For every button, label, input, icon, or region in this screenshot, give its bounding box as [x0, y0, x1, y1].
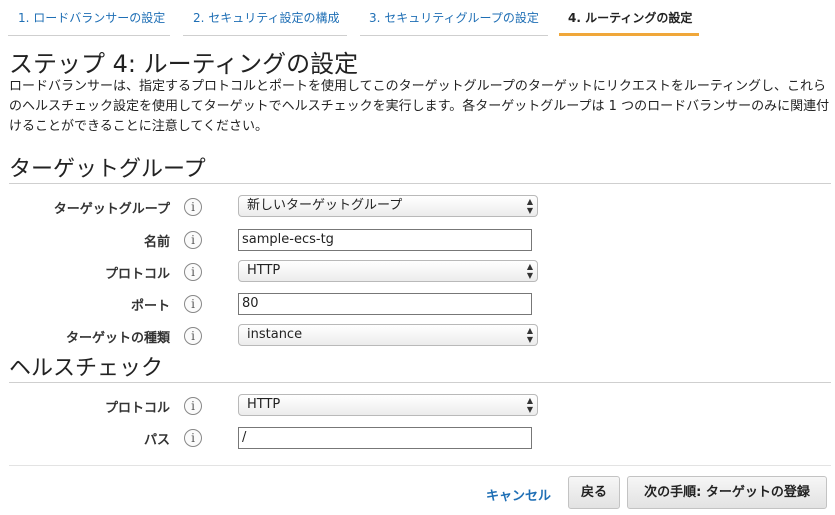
port-label: ポート — [130, 299, 170, 314]
protocol-label: プロトコル — [104, 267, 170, 282]
tab-step-3-label: 3. セキュリティグループの設定 — [369, 11, 539, 25]
info-icon[interactable]: i — [184, 295, 202, 313]
port-row: ポート i 80 — [0, 291, 835, 317]
target-group-row: ターゲットグループ i 新しいターゲットグループ ▲ ▼ — [0, 194, 835, 220]
target-type-select-value: instance — [247, 327, 303, 342]
select-arrows-icon: ▲ ▼ — [526, 197, 533, 215]
health-protocol-select-value: HTTP — [247, 397, 281, 412]
section-divider — [9, 183, 831, 184]
tab-step-4-label: 4. ルーティングの設定 — [568, 11, 693, 25]
next-register-targets-button[interactable]: 次の手順: ターゲットの登録 — [627, 476, 827, 509]
tab-step-2[interactable]: 2. セキュリティ設定の構成 — [183, 0, 347, 36]
health-protocol-row: プロトコル i HTTP ▲ ▼ — [0, 393, 835, 419]
tab-step-1[interactable]: 1. ロードバランサーの設定 — [8, 0, 170, 36]
target-group-label: ターゲットグループ — [53, 202, 170, 217]
protocol-select-value: HTTP — [247, 263, 281, 278]
info-icon[interactable]: i — [184, 231, 202, 249]
name-row: 名前 i sample-ecs-tg — [0, 227, 835, 253]
target-group-section-title: ターゲットグループ — [9, 157, 206, 182]
select-arrows-icon: ▲ ▼ — [526, 262, 533, 280]
health-path-row: パス i / — [0, 425, 835, 451]
cancel-button[interactable]: キャンセル — [486, 485, 551, 504]
info-icon[interactable]: i — [184, 263, 202, 281]
target-group-select-value: 新しいターゲットグループ — [247, 198, 403, 213]
info-icon[interactable]: i — [184, 198, 202, 216]
tab-step-2-label: 2. セキュリティ設定の構成 — [193, 11, 340, 25]
protocol-row: プロトコル i HTTP ▲ ▼ — [0, 259, 835, 285]
tab-step-1-label: 1. ロードバランサーの設定 — [18, 11, 166, 25]
name-label: 名前 — [143, 235, 170, 250]
info-icon[interactable]: i — [184, 327, 202, 345]
target-type-select[interactable]: instance ▲ ▼ — [238, 324, 538, 346]
select-arrows-icon: ▲ ▼ — [526, 396, 533, 414]
health-path-input[interactable]: / — [238, 427, 532, 449]
protocol-select[interactable]: HTTP ▲ ▼ — [238, 260, 538, 282]
tab-step-3[interactable]: 3. セキュリティグループの設定 — [360, 0, 548, 36]
footer-divider — [9, 465, 831, 466]
back-button[interactable]: 戻る — [568, 476, 620, 509]
port-input[interactable]: 80 — [238, 293, 532, 315]
section-divider — [9, 382, 831, 383]
info-icon[interactable]: i — [184, 397, 202, 415]
health-check-section-title: ヘルスチェック — [9, 356, 164, 381]
select-arrows-icon: ▲ ▼ — [526, 326, 533, 344]
health-path-label: パス — [143, 433, 170, 448]
tab-step-4[interactable]: 4. ルーティングの設定 — [559, 0, 699, 36]
wizard-steps: 1. ロードバランサーの設定 2. セキュリティ設定の構成 3. セキュリティグ… — [0, 0, 835, 36]
page-title: ステップ 4: ルーティングの設定 — [9, 50, 359, 78]
health-protocol-label: プロトコル — [104, 401, 170, 416]
target-type-row: ターゲットの種類 i instance ▲ ▼ — [0, 323, 835, 349]
name-input[interactable]: sample-ecs-tg — [238, 229, 532, 251]
page-description: ロードバランサーは、指定するプロトコルとポートを使用してこのターゲットグループの… — [9, 79, 830, 134]
target-type-label: ターゲットの種類 — [65, 331, 170, 346]
info-icon[interactable]: i — [184, 429, 202, 447]
target-group-select[interactable]: 新しいターゲットグループ ▲ ▼ — [238, 195, 538, 217]
health-protocol-select[interactable]: HTTP ▲ ▼ — [238, 394, 538, 416]
